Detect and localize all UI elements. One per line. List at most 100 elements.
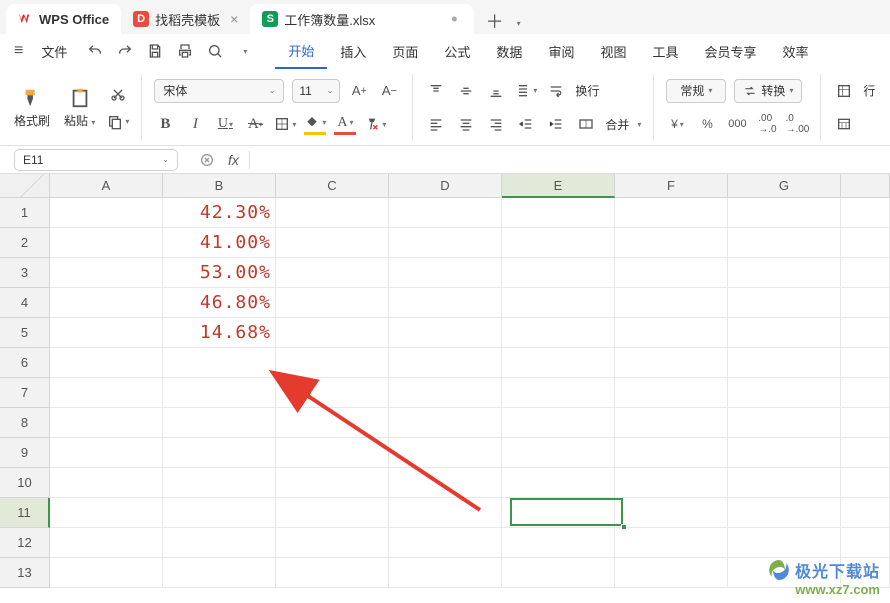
- col-header[interactable]: F: [615, 174, 728, 198]
- underline-icon[interactable]: U▾: [214, 113, 236, 135]
- cell[interactable]: [502, 228, 615, 258]
- cell[interactable]: [728, 198, 841, 228]
- cell[interactable]: [615, 378, 728, 408]
- cell[interactable]: [615, 558, 728, 588]
- cell[interactable]: [841, 408, 890, 438]
- align-left-icon[interactable]: [425, 113, 447, 135]
- cell[interactable]: [502, 198, 615, 228]
- merge-icon[interactable]: [575, 113, 597, 135]
- cell[interactable]: [163, 408, 276, 438]
- cell[interactable]: [163, 528, 276, 558]
- preview-icon[interactable]: [203, 39, 227, 63]
- row-header[interactable]: 5: [0, 318, 50, 348]
- cell[interactable]: 14.68%: [163, 318, 276, 348]
- cell[interactable]: [389, 288, 502, 318]
- cell[interactable]: [728, 228, 841, 258]
- col-header[interactable]: B: [163, 174, 276, 198]
- cell[interactable]: [502, 528, 615, 558]
- tab-formula[interactable]: 公式: [431, 34, 483, 68]
- cell[interactable]: [389, 558, 502, 588]
- cell[interactable]: [502, 558, 615, 588]
- cell[interactable]: [841, 318, 890, 348]
- cell[interactable]: [841, 348, 890, 378]
- select-all-corner[interactable]: [0, 174, 50, 198]
- format-painter-button[interactable]: 格式刷: [12, 75, 52, 141]
- paste-button[interactable]: 粘贴 ▾: [62, 75, 97, 141]
- decrease-font-icon[interactable]: A−: [378, 80, 400, 102]
- cell[interactable]: [50, 228, 163, 258]
- cell[interactable]: [50, 468, 163, 498]
- cell[interactable]: [841, 528, 890, 558]
- cell[interactable]: [50, 288, 163, 318]
- cell[interactable]: [50, 348, 163, 378]
- file-menu[interactable]: 文件: [33, 42, 75, 61]
- cell[interactable]: [276, 528, 389, 558]
- cell[interactable]: 42.30%: [163, 198, 276, 228]
- cell[interactable]: [615, 528, 728, 558]
- row-header[interactable]: 7: [0, 378, 50, 408]
- border-icon[interactable]: ▾: [274, 113, 296, 135]
- fill-color-icon[interactable]: ▾: [304, 113, 326, 135]
- align-top-icon[interactable]: [425, 80, 447, 102]
- new-tab-button[interactable]: ＋: [486, 8, 504, 34]
- cell[interactable]: 41.00%: [163, 228, 276, 258]
- cell[interactable]: [502, 468, 615, 498]
- cancel-formula-icon[interactable]: [196, 149, 218, 171]
- print-icon[interactable]: [173, 39, 197, 63]
- cell[interactable]: [502, 408, 615, 438]
- cell[interactable]: [615, 408, 728, 438]
- cell[interactable]: [615, 498, 728, 528]
- decrease-indent-icon[interactable]: [515, 113, 537, 135]
- cell[interactable]: [615, 228, 728, 258]
- cell[interactable]: [50, 528, 163, 558]
- cell[interactable]: [615, 468, 728, 498]
- cell[interactable]: [502, 498, 615, 528]
- cell[interactable]: [615, 348, 728, 378]
- cell[interactable]: [841, 438, 890, 468]
- cell[interactable]: [841, 288, 890, 318]
- cell[interactable]: [389, 198, 502, 228]
- col-header[interactable]: C: [276, 174, 389, 198]
- undo-icon[interactable]: [83, 39, 107, 63]
- workbook-tab[interactable]: S 工作簿数量.xlsx •: [250, 4, 473, 34]
- cell[interactable]: [389, 348, 502, 378]
- row-header[interactable]: 8: [0, 408, 50, 438]
- increase-decimal-icon[interactable]: .0→.00: [786, 113, 808, 135]
- cell[interactable]: [276, 498, 389, 528]
- col-header[interactable]: D: [389, 174, 502, 198]
- align-center-icon[interactable]: [455, 113, 477, 135]
- cell[interactable]: [163, 558, 276, 588]
- row-header[interactable]: 1: [0, 198, 50, 228]
- qat-more-icon[interactable]: ▾: [233, 39, 257, 63]
- cell[interactable]: [276, 288, 389, 318]
- cell[interactable]: [728, 408, 841, 438]
- cell[interactable]: [389, 408, 502, 438]
- row-header[interactable]: 9: [0, 438, 50, 468]
- fill-handle[interactable]: [621, 524, 627, 530]
- cell[interactable]: [502, 318, 615, 348]
- cell[interactable]: [389, 258, 502, 288]
- decrease-decimal-icon[interactable]: .00→.0: [756, 113, 778, 135]
- align-bottom-icon[interactable]: [485, 80, 507, 102]
- italic-icon[interactable]: I: [184, 113, 206, 135]
- row-header[interactable]: 6: [0, 348, 50, 378]
- cell[interactable]: [615, 438, 728, 468]
- cell[interactable]: [50, 558, 163, 588]
- clear-format-icon[interactable]: ▾: [364, 113, 386, 135]
- close-icon[interactable]: ×: [230, 11, 238, 27]
- daoke-tab[interactable]: D 找稻壳模板 ×: [121, 4, 250, 34]
- cell[interactable]: [615, 198, 728, 228]
- cell[interactable]: [50, 378, 163, 408]
- cell[interactable]: [615, 258, 728, 288]
- tab-page[interactable]: 页面: [379, 34, 431, 68]
- tab-view[interactable]: 视图: [587, 34, 639, 68]
- cell[interactable]: [50, 498, 163, 528]
- cell[interactable]: [841, 258, 890, 288]
- orientation-icon[interactable]: ▾: [515, 80, 537, 102]
- increase-font-icon[interactable]: A+: [348, 80, 370, 102]
- cell[interactable]: [389, 378, 502, 408]
- row-header[interactable]: 2: [0, 228, 50, 258]
- cell[interactable]: [163, 378, 276, 408]
- cell[interactable]: [841, 468, 890, 498]
- comma-icon[interactable]: 000: [726, 113, 748, 135]
